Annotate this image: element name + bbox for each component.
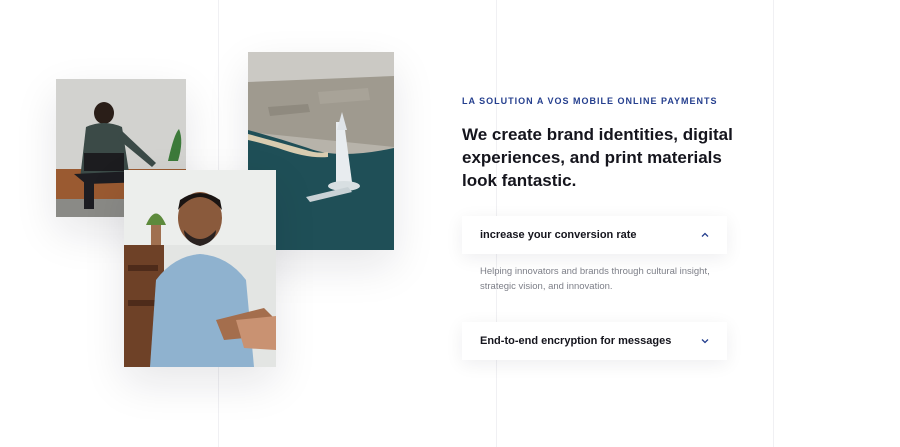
photo-smiling-man-handshake-image [124, 170, 276, 367]
accordion-item-conversion[interactable]: increase your conversion rate [462, 216, 727, 254]
hero-headline: We create brand identities, digital expe… [462, 125, 733, 190]
accordion-item-encryption[interactable]: End-to-end encryption for messages [462, 322, 727, 360]
photo-smiling-man-handshake [124, 170, 276, 367]
chevron-up-icon[interactable] [699, 229, 711, 241]
grid-line [773, 0, 774, 447]
page: LA SOLUTION A VOS MOBILE ONLINE PAYMENTS… [0, 0, 900, 447]
chevron-down-icon[interactable] [699, 335, 711, 347]
accordion-item-title: increase your conversion rate [480, 229, 637, 241]
accordion-item-title: End-to-end encryption for messages [480, 335, 672, 347]
accordion-item-body: Helping innovators and brands through cu… [480, 266, 710, 292]
eyebrow-tagline: LA SOLUTION A VOS MOBILE ONLINE PAYMENTS [462, 96, 718, 106]
